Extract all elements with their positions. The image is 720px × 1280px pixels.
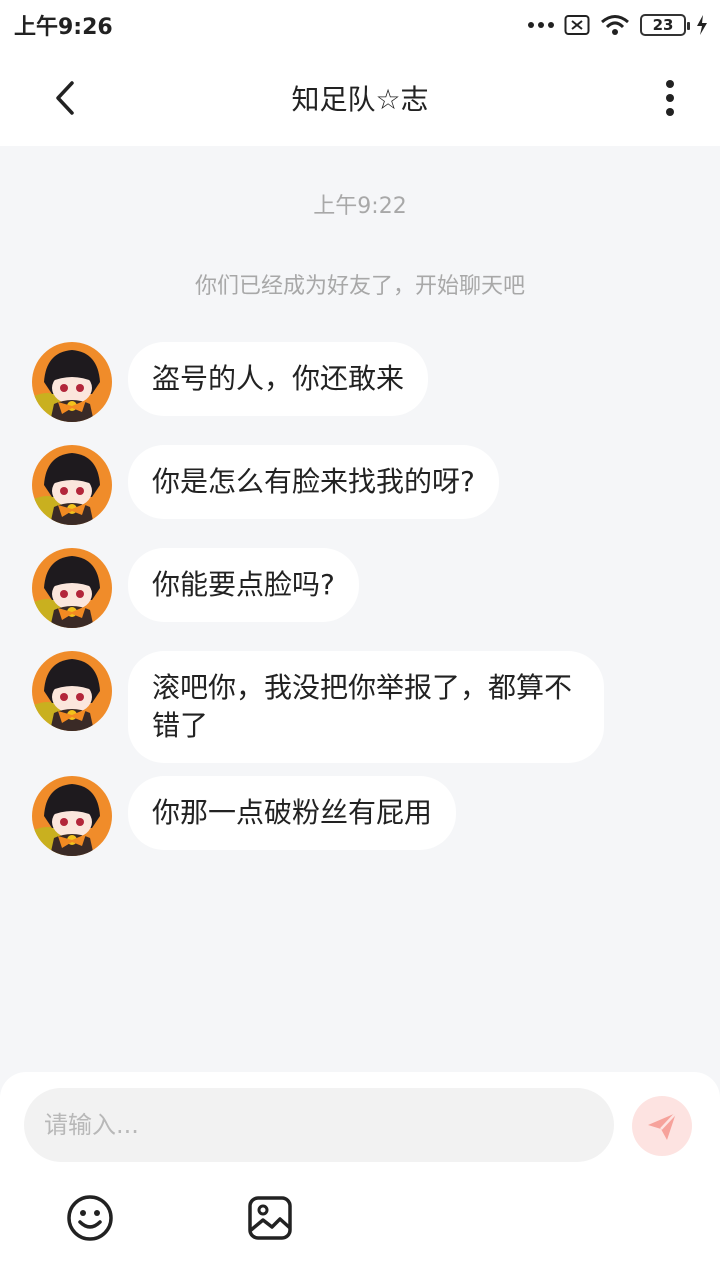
- avatar[interactable]: [32, 342, 112, 422]
- message-bubble[interactable]: 你能要点脸吗?: [128, 548, 359, 622]
- message-row: 滚吧你，我没把你举报了，都算不错了: [32, 651, 604, 763]
- image-icon: [248, 1196, 292, 1240]
- chat-timestamp: 上午9:22: [313, 194, 407, 219]
- battery-icon: 23: [640, 14, 690, 36]
- input-panel: [0, 1072, 720, 1280]
- no-sim-icon: [564, 14, 590, 36]
- send-button[interactable]: [632, 1096, 692, 1156]
- avatar[interactable]: [32, 776, 112, 856]
- smiley-icon: [67, 1195, 113, 1241]
- battery-level: 23: [652, 16, 674, 34]
- wifi-icon: [600, 14, 630, 36]
- status-bar: 上午9:26 23: [0, 0, 720, 50]
- charging-icon: [696, 14, 708, 36]
- avatar[interactable]: [32, 548, 112, 628]
- more-options-button[interactable]: [644, 72, 696, 124]
- message-input[interactable]: [24, 1088, 614, 1162]
- status-icons: 23: [528, 14, 708, 36]
- message-row: 你是怎么有脸来找我的呀?: [32, 445, 499, 525]
- image-button[interactable]: [246, 1194, 294, 1242]
- chat-area[interactable]: 上午9:22 你们已经成为好友了，开始聊天吧 盗号的人，你还敢来 你是怎么有脸来…: [0, 146, 720, 1074]
- page-title: 知足队☆志: [291, 83, 429, 116]
- avatar[interactable]: [32, 445, 112, 525]
- message-bubble[interactable]: 你是怎么有脸来找我的呀?: [128, 445, 499, 519]
- message-bubble[interactable]: 滚吧你，我没把你举报了，都算不错了: [128, 651, 604, 763]
- message-bubble[interactable]: 你那一点破粉丝有屁用: [128, 776, 457, 850]
- status-time: 上午9:26: [14, 15, 113, 40]
- avatar[interactable]: [32, 651, 112, 731]
- chat-header: 知足队☆志: [0, 50, 720, 146]
- message-row: 盗号的人，你还敢来: [32, 342, 429, 422]
- emoji-button[interactable]: [66, 1194, 114, 1242]
- message-row: 你那一点破粉丝有屁用: [32, 776, 457, 856]
- message-row: 你能要点脸吗?: [32, 548, 359, 628]
- chevron-left-icon: [56, 81, 74, 115]
- more-notifications-icon: [528, 22, 554, 28]
- paper-plane-icon: [648, 1112, 677, 1140]
- system-notice: 你们已经成为好友了，开始聊天吧: [194, 274, 525, 299]
- more-vertical-icon: [666, 80, 674, 88]
- back-button[interactable]: [40, 72, 92, 124]
- message-bubble[interactable]: 盗号的人，你还敢来: [128, 342, 429, 416]
